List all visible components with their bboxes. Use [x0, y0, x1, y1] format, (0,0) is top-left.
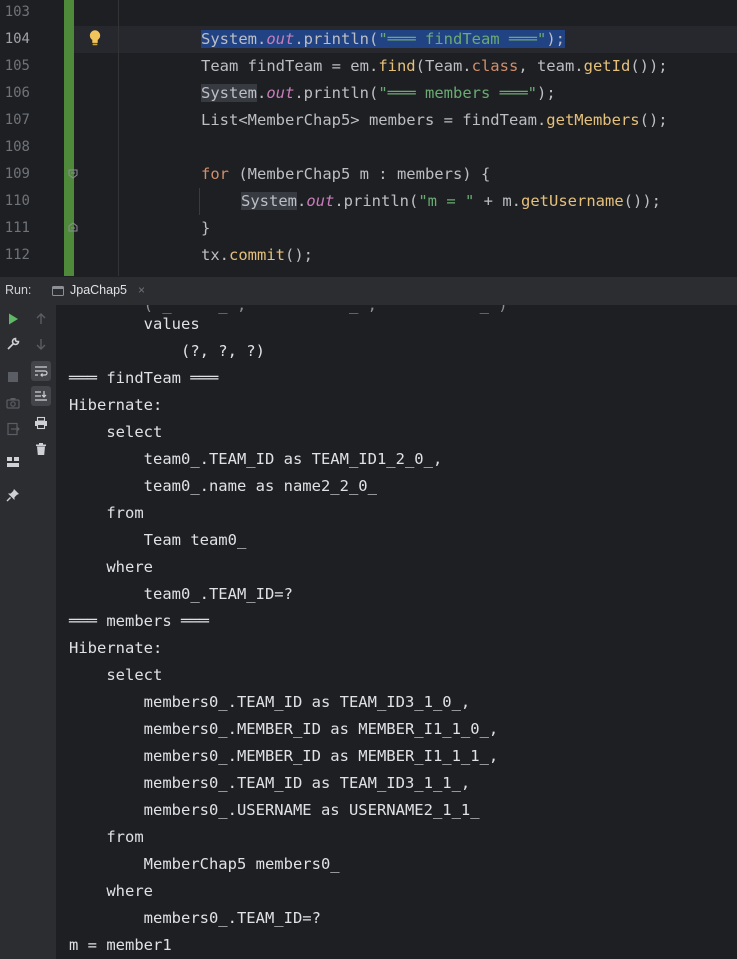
console-line: members0_.TEAM_ID as TEAM_ID3_1_1_,: [69, 774, 471, 792]
run-tool-window-header: Run: JpaChap5 ×: [0, 276, 737, 307]
code-line-106[interactable]: System.out.println("═══ members ═══");: [201, 80, 556, 107]
arrow-down-icon: [36, 339, 46, 350]
console-line: members0_.USERNAME as USERNAME2_1_1_: [69, 801, 480, 819]
line-number: 109: [4, 166, 30, 182]
line-number: 104: [4, 31, 30, 47]
console-line: team0_.name as name2_2_0_: [69, 477, 377, 495]
scroll-to-end-button[interactable]: [31, 386, 51, 406]
trash-icon: [36, 443, 46, 455]
clear-all-button[interactable]: [31, 439, 51, 459]
pin-icon: [6, 489, 19, 502]
tab-jpachap5[interactable]: JpaChap5 ×: [52, 277, 145, 307]
selection: System.out.println("═══ findTeam ═══");: [201, 30, 565, 48]
soft-wrap-icon: [35, 366, 48, 377]
line-number: 105: [4, 58, 30, 74]
console-line: Hibernate:: [69, 639, 163, 657]
stop-icon: [8, 372, 18, 382]
code-line-109[interactable]: for (MemberChap5 m : members) {: [201, 161, 490, 188]
printer-icon: [35, 416, 47, 430]
console-line: where: [69, 882, 153, 900]
console-line: from: [69, 504, 144, 522]
console-line: from: [69, 828, 144, 846]
code-line-112[interactable]: tx.commit();: [201, 242, 313, 269]
exit-button[interactable]: [3, 419, 23, 439]
console-line: members0_.TEAM_ID as TEAM_ID3_1_0_,: [69, 693, 471, 711]
console-line: m = member1: [69, 936, 172, 954]
code-line-104[interactable]: System.out.println("═══ findTeam ═══");: [201, 26, 565, 53]
console-line: select: [69, 666, 163, 684]
soft-wrap-button[interactable]: [31, 361, 51, 381]
line-number: 110: [4, 193, 30, 209]
camera-icon: [6, 398, 20, 409]
console-line: members0_.TEAM_ID=?: [69, 909, 321, 927]
code-line-111[interactable]: }: [201, 215, 210, 242]
scroll-up-button[interactable]: [31, 309, 51, 329]
line-number: 103: [4, 4, 30, 20]
fold-collapse-icon[interactable]: [68, 169, 78, 179]
pin-tab-button[interactable]: [3, 485, 23, 505]
code-line-105[interactable]: Team findTeam = em.find(Team.class, team…: [201, 53, 668, 80]
layout-button[interactable]: [3, 452, 23, 472]
line-number: 107: [4, 112, 30, 128]
editor-gutter[interactable]: 103 104 105 106 107 108 109 110 111 112: [0, 0, 64, 276]
code-line-107[interactable]: List<MemberChap5> members = findTeam.get…: [201, 107, 668, 134]
run-toolbar: [0, 305, 56, 959]
code-editor[interactable]: 103 104 105 106 107 108 109 110 111 112 …: [0, 0, 737, 276]
console-line: (?, ?, ?): [69, 342, 265, 360]
console-line: MemberChap5 members0_: [69, 855, 340, 873]
console-line: Hibernate:: [69, 396, 163, 414]
scroll-down-button[interactable]: [31, 334, 51, 354]
console-line: team0_.TEAM_ID=?: [69, 585, 293, 603]
vcs-change-marker[interactable]: [64, 0, 74, 276]
run-label: Run:: [5, 283, 32, 297]
console-line: ═══ members ═══: [69, 612, 209, 630]
tab-label: JpaChap5: [70, 283, 127, 297]
line-number: 111: [4, 220, 30, 236]
stop-button[interactable]: [3, 367, 23, 387]
application-icon: [52, 286, 64, 296]
scroll-to-end-icon: [35, 391, 47, 401]
indent-guide: [199, 188, 200, 215]
console-line: members0_.MEMBER_ID as MEMBER_I1_1_0_,: [69, 720, 499, 738]
line-number: 108: [4, 139, 30, 155]
play-icon: [9, 313, 18, 325]
dump-threads-button[interactable]: [3, 393, 23, 413]
line-number: 106: [4, 85, 30, 101]
modify-run-config-button[interactable]: [3, 334, 23, 354]
code-line-110[interactable]: System.out.println("m = " + m.getUsernam…: [241, 188, 661, 215]
rerun-button[interactable]: [3, 309, 23, 329]
lightbulb-icon[interactable]: [88, 29, 102, 47]
indent-guide: [118, 0, 119, 276]
layout-icon: [7, 457, 19, 467]
line-number: 112: [4, 247, 30, 263]
console-line: values: [69, 315, 200, 333]
console-output[interactable]: ( _ _ , _ , _ ) values (?, ?, ?) ═══ fin…: [56, 305, 737, 959]
console-line: Team team0_: [69, 531, 247, 549]
console-line: where: [69, 558, 153, 576]
console-line: ═══ findTeam ═══: [69, 369, 219, 387]
fold-end-icon[interactable]: [68, 222, 78, 232]
arrow-up-icon: [36, 313, 46, 324]
print-button[interactable]: [31, 413, 51, 433]
console-line: team0_.TEAM_ID as TEAM_ID1_2_0_,: [69, 450, 443, 468]
console-line: members0_.MEMBER_ID as MEMBER_I1_1_1_,: [69, 747, 499, 765]
exit-icon: [7, 422, 20, 436]
close-icon[interactable]: ×: [138, 283, 145, 297]
console-line: select: [69, 423, 163, 441]
wrench-icon: [7, 337, 20, 350]
